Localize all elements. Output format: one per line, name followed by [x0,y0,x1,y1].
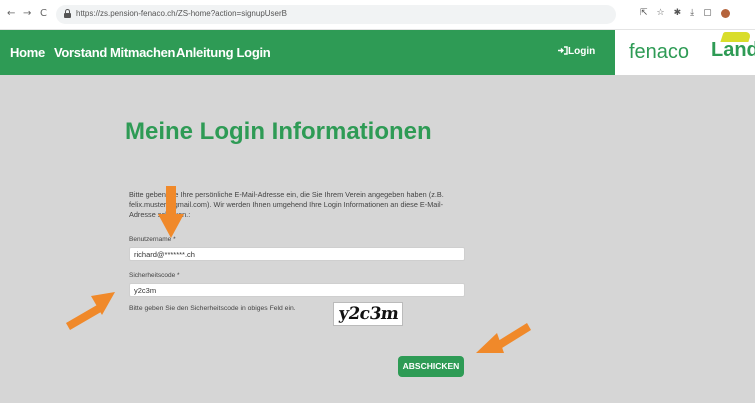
browser-toolbar: ← → C https://zs.pension-fenaco.ch/ZS-ho… [0,0,755,30]
intro-text: Bitte geben Sie Ihre persönliche E-Mail-… [129,190,444,219]
sign-in-icon [558,46,568,55]
address-bar[interactable]: https://zs.pension-fenaco.ch/ZS-home?act… [56,5,616,24]
share-icon[interactable]: ⇱ [640,8,648,18]
nav-anleitung-login[interactable]: Anleitung Login [176,45,271,60]
download-icon[interactable]: ⤓ [690,8,694,18]
back-icon[interactable]: ← [7,8,15,19]
login-link[interactable]: Login [558,46,595,57]
username-input[interactable] [129,247,465,261]
url-text: https://zs.pension-fenaco.ch/ZS-home?act… [76,9,288,18]
fenaco-logo[interactable]: fenaco [629,41,689,64]
window-icon[interactable]: ▢ [703,8,712,18]
logo-area: fenaco Landi [615,30,755,75]
login-label: Login [568,46,596,57]
nav-home[interactable]: Home [10,45,45,60]
extensions-icon[interactable]: ✱ [674,8,682,18]
security-code-input[interactable] [129,283,465,297]
landi-logo[interactable]: Landi [711,39,755,62]
security-code-hint: Bitte geben Sie den Sicherheitscode in o… [129,305,296,312]
browser-extension-icons: ⇱ ☆ ✱ ⤓ ▢ [640,8,730,18]
main-content: Meine Login Informationen Bitte geben Si… [0,75,755,403]
captcha-text: y2c3m [337,304,400,324]
page-title: Meine Login Informationen [125,118,432,145]
submit-button[interactable]: ABSCHICKEN [398,356,464,377]
forward-icon[interactable]: → [23,8,31,19]
profile-avatar[interactable] [720,9,730,18]
site-navigation: Home Vorstand Mitmachen Anleitung Login … [0,30,615,75]
bookmark-star-icon[interactable]: ☆ [657,8,665,18]
lock-icon [64,9,71,19]
security-code-label: Sicherheitscode * [129,272,180,279]
reload-icon[interactable]: C [40,8,47,19]
username-label: Benutzername * [129,236,176,243]
captcha-image: y2c3m [333,302,403,326]
nav-vorstand[interactable]: Vorstand [54,45,107,60]
nav-mitmachen[interactable]: Mitmachen [110,45,176,60]
